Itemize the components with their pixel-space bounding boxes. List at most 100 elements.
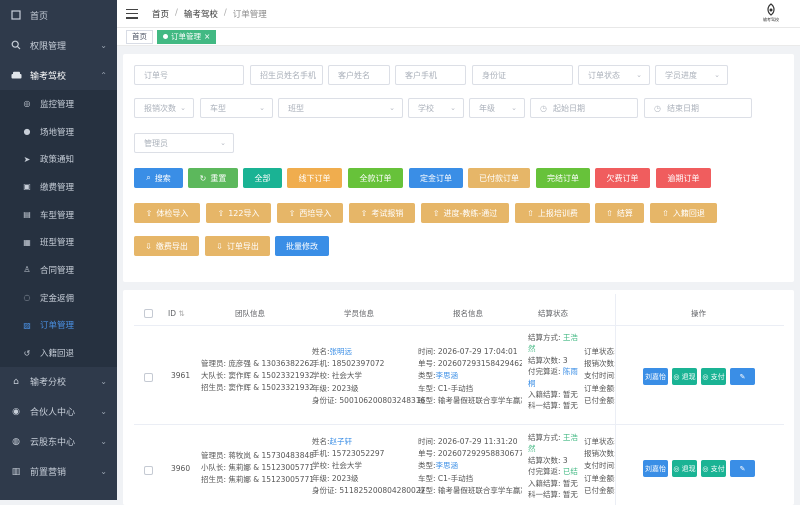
grade-select[interactable]: 年级 ⌄ — [469, 98, 525, 118]
send-icon: ➤ — [23, 154, 31, 164]
admin-select[interactable]: 管理员 ⌄ — [134, 133, 234, 153]
team-info: 管理员: 蒋牧岚 & 15730483848 小队长: 焦莉娜 & 151230… — [201, 451, 315, 485]
close-icon[interactable]: × — [204, 31, 210, 43]
download-icon: ⇩ — [145, 241, 152, 251]
offline-orders-button[interactable]: 线下订单 — [287, 168, 342, 188]
sidebar-item-driving-school[interactable]: 输考驾校 ⌃ — [0, 60, 117, 90]
chevron-down-icon: ⌄ — [389, 104, 395, 112]
progress-coach-pass-button[interactable]: ⇧ 进度-教练-通过 — [421, 203, 509, 223]
breadcrumb-driving-school[interactable]: 输考驾校 — [184, 8, 218, 20]
menu-toggle-icon[interactable] — [126, 8, 138, 19]
sidebar-item-return[interactable]: ↺ 入籍回退 — [0, 339, 117, 367]
edit-icon[interactable]: ✎ — [730, 460, 755, 477]
order-status-select[interactable]: 订单状态 ⌄ — [578, 65, 650, 85]
refund-button[interactable]: ◎ 退现 — [672, 368, 697, 385]
student-name-link[interactable]: 张明远 — [330, 347, 353, 356]
end-date-picker[interactable]: ◷ 结束日期 — [644, 98, 752, 118]
completed-orders-button[interactable]: 完结订单 — [536, 168, 590, 188]
assign-button[interactable]: 刘嘉怡 — [643, 368, 668, 385]
upload-icon: ⇧ — [360, 208, 368, 218]
deposit-orders-button[interactable]: 定金订单 — [409, 168, 463, 188]
location-icon: ● — [23, 127, 31, 137]
class-type-select[interactable]: 班型 ⌄ — [278, 98, 403, 118]
full-payment-button[interactable]: 全款订单 — [348, 168, 403, 188]
sidebar-item-fee[interactable]: ▣ 缴费管理 — [0, 173, 117, 201]
sidebar-item-label: 首页 — [30, 11, 49, 22]
student-name-link[interactable]: 赵子轩 — [330, 437, 353, 446]
sidebar-item-label: 缴费管理 — [40, 182, 75, 193]
select-all-checkbox[interactable] — [144, 309, 153, 318]
medical-import-button[interactable]: ⇧ 体检导入 — [134, 203, 200, 223]
breadcrumb: 首页 / 输考驾校 / 订单管理 — [152, 8, 267, 20]
sidebar-item-contract[interactable]: ♙ 合同管理 — [0, 256, 117, 284]
import-122-button[interactable]: ⇧ 122导入 — [206, 203, 271, 223]
school-select[interactable]: 学校 ⌄ — [408, 98, 464, 118]
sidebar-item-label: 输考分校 — [30, 378, 67, 389]
sidebar-item-monitor[interactable]: ◎ 监控管理 — [0, 90, 117, 118]
upload-icon: ⇧ — [662, 208, 669, 218]
exam-reimburse-button[interactable]: ⇧ 考试报销 — [349, 203, 415, 223]
row-checkbox[interactable] — [144, 466, 153, 475]
refresh-icon: ↻ — [199, 173, 207, 183]
car-type-select[interactable]: 车型 ⌄ — [200, 98, 273, 118]
top-header: 首页 / 输考驾校 / 订单管理 输考驾校 — [117, 0, 800, 28]
id-card-input[interactable]: 身份证 — [472, 65, 573, 85]
batch-edit-button[interactable]: 批量修改 — [275, 236, 329, 256]
search-button[interactable]: ⌕ 搜索 — [134, 168, 183, 188]
clock-icon: ◷ — [540, 103, 547, 113]
team-info: 管理员: 庞彦强 & 13036382262 大队长: 窦作辉 & 150233… — [201, 359, 315, 393]
sidebar-item-permission[interactable]: 权限管理 ⌄ — [0, 30, 117, 60]
sidebar-item-partner[interactable]: ◉ 合伙人中心 ⌄ — [0, 397, 117, 427]
pay-button[interactable]: ◎ 支付 — [701, 460, 726, 477]
start-date-picker[interactable]: ◷ 起始日期 — [530, 98, 638, 118]
reimburse-count-select[interactable]: 报销次数 ⌄ — [134, 98, 194, 118]
overdue-orders-button[interactable]: 逾期订单 — [656, 168, 711, 188]
xipei-import-button[interactable]: ⇧ 西培导入 — [277, 203, 343, 223]
column-actions: 操作 — [691, 309, 706, 318]
sidebar-item-marketing[interactable]: ▥ 前置营销 ⌄ — [0, 457, 117, 487]
sidebar-item-venue[interactable]: ● 场地管理 — [0, 117, 117, 146]
upload-icon: ⇧ — [145, 208, 153, 218]
sidebar-item-deposit[interactable]: ◌ 定金返佣 — [0, 283, 117, 312]
sidebar-item-policy[interactable]: ➤ 政策通知 — [0, 145, 117, 174]
breadcrumb-separator: / — [175, 7, 178, 18]
sidebar-item-class-type[interactable]: ▦ 班型管理 — [0, 228, 117, 257]
sidebar-item-orders[interactable]: ▨ 订单管理 — [0, 311, 117, 340]
sidebar-item-branch[interactable]: ⌂ 输考分校 ⌄ — [0, 367, 117, 397]
student-info: 姓名:张明远 手机: 18502397072 学校: 社会大学 年级: 2023… — [312, 347, 426, 405]
breadcrumb-home[interactable]: 首页 — [152, 8, 169, 20]
edit-icon[interactable]: ✎ — [730, 368, 755, 385]
sidebar-item-label: 车型管理 — [40, 210, 75, 221]
progress-select[interactable]: 学员进度 ⌄ — [655, 65, 728, 85]
chevron-down-icon: ⌄ — [714, 71, 720, 79]
fee-export-button[interactable]: ⇩ 缴费导出 — [134, 236, 199, 256]
paid-orders-button[interactable]: 已付款订单 — [468, 168, 530, 188]
sidebar-item-shareholder[interactable]: ◍ 云股东中心 ⌄ — [0, 427, 117, 457]
enrollment-return-button[interactable]: ⇧ 入籍回退 — [650, 203, 717, 223]
table-header: ID ⇅ 团队信息 学员信息 报名信息 结算状态 操作 — [134, 302, 784, 326]
sidebar-item-car-type[interactable]: ▤ 车型管理 — [0, 200, 117, 229]
tag-orders[interactable]: 订单管理 × — [157, 29, 217, 44]
arrears-orders-button[interactable]: 欠费订单 — [595, 168, 650, 188]
settle-button[interactable]: ⇧ 结算 — [595, 203, 644, 223]
row-id: 3961 — [171, 371, 191, 380]
all-button[interactable]: 全部 — [243, 168, 282, 188]
customer-phone-input[interactable]: 客户手机 — [395, 65, 466, 85]
tag-home[interactable]: 首页 — [126, 29, 153, 44]
row-divider — [134, 424, 784, 425]
customer-name-input[interactable]: 客户姓名 — [328, 65, 390, 85]
marketing-icon: ▥ — [11, 466, 21, 477]
reset-button[interactable]: ↻ 重置 — [188, 168, 238, 188]
order-export-button[interactable]: ⇩ 订单导出 — [205, 236, 270, 256]
refund-button[interactable]: ◎ 退现 — [672, 460, 697, 477]
settlement-info: 结算方式: 王浩 然 结算次数: 3 付完算返: 已结 入籍结算: 暂无 科一结… — [528, 433, 578, 500]
report-training-fee-button[interactable]: ⇧ 上报培训费 — [515, 203, 590, 223]
recruiter-input[interactable]: 招生员姓名手机 — [250, 65, 323, 85]
assign-button[interactable]: 刘嘉怡 — [643, 460, 668, 477]
pay-button[interactable]: ◎ 支付 — [701, 368, 726, 385]
brand-logo: 输考驾校 — [760, 3, 782, 25]
sidebar-item-home[interactable]: 首页 — [0, 0, 117, 30]
order-no-input[interactable]: 订单号 — [134, 65, 244, 85]
column-id[interactable]: ID ⇅ — [168, 309, 185, 318]
row-checkbox[interactable] — [144, 373, 153, 382]
